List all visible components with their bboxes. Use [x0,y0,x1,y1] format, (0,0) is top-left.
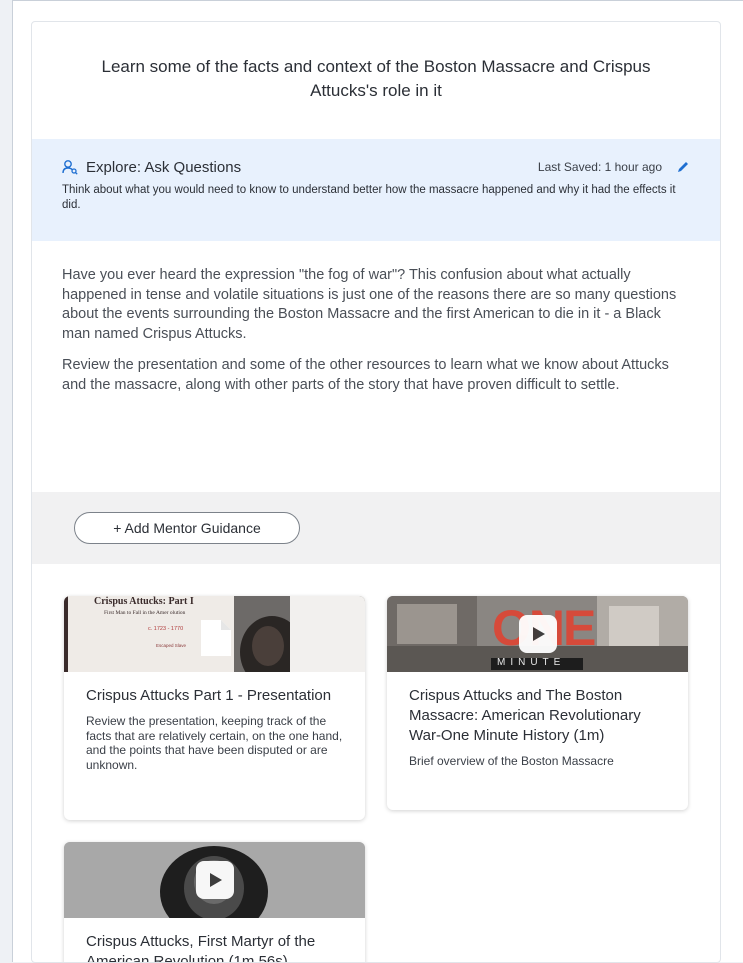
instructions-text: Have you ever heard the expression "the … [62,266,692,407]
explore-description: Think about what you would need to know … [62,184,676,211]
activity-title: Learn some of the facts and context of t… [101,57,651,100]
explore-section: Explore: Ask Questions Last Saved: 1 hou… [32,139,720,241]
video-thumbnail: ONE MINUTE [387,596,688,672]
resource-description: Brief overview of the Boston Massacre [409,754,614,768]
mentor-guidance-band: + Add Mentor Guidance [32,492,720,564]
thumb-subheading: First Man to Fall in the Amer olution [104,610,186,616]
pencil-icon[interactable] [676,160,690,174]
play-icon[interactable] [195,861,234,899]
resource-description: Review the presentation, keeping track o… [86,714,343,772]
explore-header: Explore: Ask Questions Last Saved: 1 hou… [62,155,690,179]
resource-card-presentation[interactable]: Crispus Attucks: Part I First Man to Fal… [64,596,365,820]
instructions-paragraph-1: Have you ever heard the expression "the … [62,267,677,342]
resource-title[interactable]: Crispus Attucks Part 1 - Presentation [64,672,365,706]
explore-title: Explore: Ask Questions [86,158,242,176]
presentation-thumbnail: Crispus Attucks: Part I First Man to Fal… [64,596,365,672]
resource-card-video-one-minute[interactable]: ONE MINUTE Crispus Attucks and The Bosto… [387,596,688,810]
video-thumbnail [64,842,365,918]
resource-card-video-first-martyr[interactable]: Crispus Attucks, First Martyr of the Ame… [64,842,365,962]
activity-card: Learn some of the facts and context of t… [31,21,721,963]
document-icon [200,620,231,656]
resource-title[interactable]: Crispus Attucks and The Boston Massacre:… [387,672,688,746]
thumb-small-text: MINUTE [497,657,566,668]
page-frame: Learn some of the facts and context of t… [12,0,743,963]
instructions-paragraph-2: Review the presentation and some of the … [62,357,669,393]
thumb-heading: Crispus Attucks: Part I [94,596,194,607]
last-saved-status: Last Saved: 1 hour ago [537,160,662,174]
resource-title[interactable]: Crispus Attucks, First Martyr of the Ame… [64,918,365,962]
thumb-note: Escaped Slave [156,643,187,648]
people-search-icon [62,159,78,175]
play-icon[interactable] [518,615,557,653]
thumb-dates: c. 1723 - 1770 [148,626,184,632]
add-mentor-guidance-button[interactable]: + Add Mentor Guidance [74,512,300,544]
